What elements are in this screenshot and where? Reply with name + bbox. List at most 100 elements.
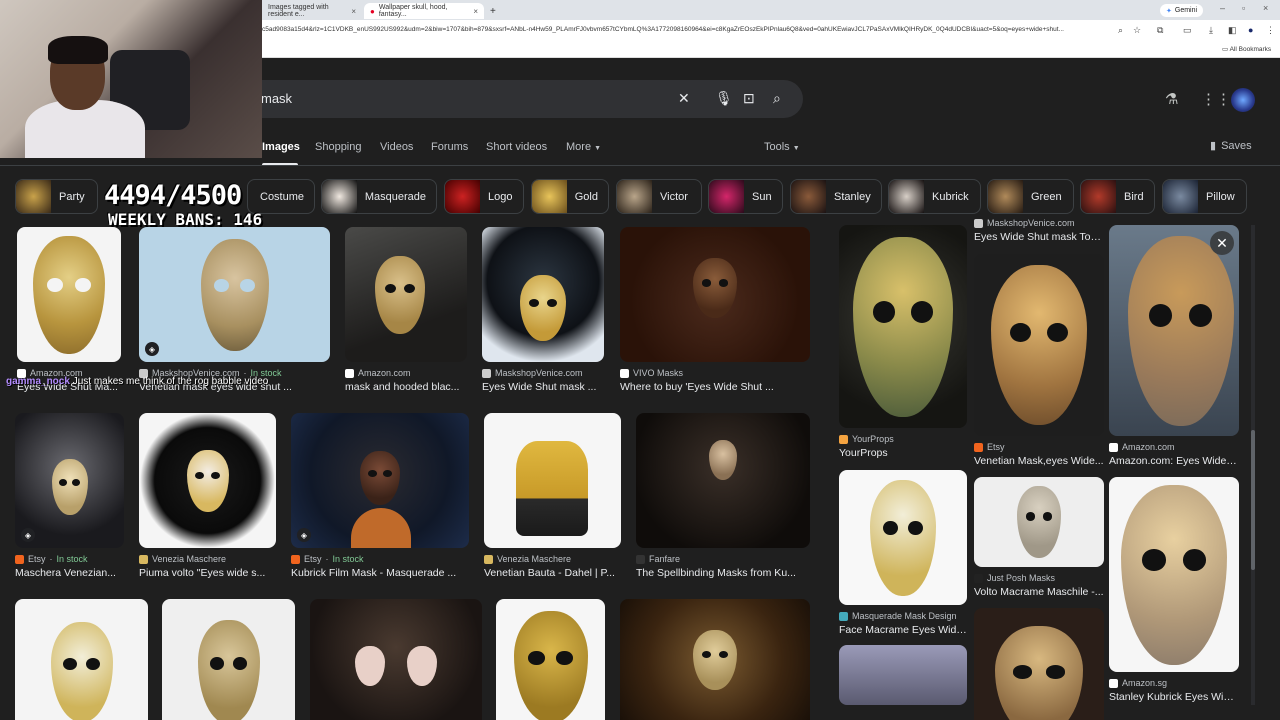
- zoom-icon[interactable]: ⌕: [1118, 25, 1123, 36]
- mask-image: [1121, 484, 1227, 665]
- gemini-button[interactable]: ✦ Gemini: [1160, 4, 1204, 17]
- result-card[interactable]: Amazon.com mask and hooded blac...: [345, 227, 467, 393]
- result-image[interactable]: [162, 599, 295, 720]
- result-card[interactable]: ◈ Etsy · In stock Maschera Venezian...: [15, 413, 124, 579]
- result-image[interactable]: [636, 413, 810, 548]
- account-avatar[interactable]: [1231, 88, 1255, 112]
- side-result-card[interactable]: MaskshopVenice.com Eyes Wide Shut mask T…: [974, 218, 1104, 243]
- result-image[interactable]: [17, 227, 121, 362]
- result-card[interactable]: [162, 599, 295, 720]
- result-card[interactable]: MaskshopVenice.com Eyes Wide Shut mask .…: [482, 227, 604, 393]
- chip-stanley[interactable]: Stanley: [790, 179, 882, 214]
- bookmark-star-icon[interactable]: ☆: [1133, 25, 1141, 36]
- result-image[interactable]: [139, 413, 276, 548]
- labs-flask-icon[interactable]: ⚗: [1165, 90, 1178, 108]
- result-image[interactable]: ◈: [291, 413, 469, 548]
- result-source: VIVO Masks: [633, 368, 684, 378]
- search-input[interactable]: mask: [261, 91, 292, 106]
- tools-button[interactable]: Tools ▼: [764, 141, 800, 153]
- result-image[interactable]: [482, 227, 604, 362]
- all-bookmarks[interactable]: ▭ All Bookmarks: [1222, 45, 1271, 53]
- result-card[interactable]: Venezia Maschere Piuma volto "Eyes wide …: [139, 413, 276, 579]
- clear-icon[interactable]: ✕: [678, 90, 690, 107]
- menu-dots-icon[interactable]: ⋮: [1266, 25, 1275, 36]
- scrollbar-thumb[interactable]: [1251, 430, 1255, 570]
- result-image[interactable]: [620, 599, 810, 720]
- download-icon[interactable]: ⤓: [1209, 25, 1213, 36]
- side-result-card[interactable]: Amazon.sg Stanley Kubrick Eyes Wide...: [1109, 477, 1239, 703]
- tab-search-icon[interactable]: ◧: [1228, 25, 1237, 36]
- result-image[interactable]: [496, 599, 605, 720]
- search-box[interactable]: mask ✕ 🎙 ⊡ ⌕: [225, 80, 803, 118]
- side-result-card[interactable]: YourProps YourProps: [839, 225, 967, 459]
- result-card[interactable]: [310, 599, 482, 720]
- result-image[interactable]: [310, 599, 482, 720]
- result-image[interactable]: [839, 645, 967, 705]
- result-card[interactable]: [496, 599, 605, 720]
- result-card[interactable]: Amazon.com Eyes Wide Shut Ma...: [17, 227, 121, 393]
- result-card[interactable]: ◈ Etsy · In stock Kubrick Film Mask - Ma…: [291, 413, 469, 579]
- result-card[interactable]: VIVO Masks Where to buy 'Eyes Wide Shut …: [620, 227, 810, 393]
- tab-more[interactable]: More ▼: [566, 141, 601, 153]
- close-window-icon[interactable]: ×: [1263, 3, 1268, 13]
- side-result-card[interactable]: Just Posh Masks Volto Macrame Maschile -…: [974, 477, 1104, 598]
- chip-gold[interactable]: Gold: [531, 179, 609, 214]
- close-tab-icon[interactable]: ×: [473, 7, 478, 16]
- tab-videos[interactable]: Videos: [380, 141, 413, 153]
- result-image[interactable]: [484, 413, 621, 548]
- profile-icon[interactable]: ●: [1248, 25, 1253, 35]
- close-icon[interactable]: ✕: [1210, 231, 1234, 255]
- lens-icon[interactable]: ⊡: [743, 90, 755, 107]
- gemini-icon: ✦: [1166, 7, 1172, 15]
- chip-bird[interactable]: Bird: [1080, 179, 1155, 214]
- maximize-icon[interactable]: ▫: [1242, 3, 1245, 13]
- chip-kubrick[interactable]: Kubrick: [888, 179, 981, 214]
- search-icon[interactable]: ⌕: [773, 90, 781, 107]
- chip-masquerade[interactable]: Masquerade: [321, 179, 437, 214]
- chip-green[interactable]: Green: [987, 179, 1074, 214]
- result-card[interactable]: Fanfare The Spellbinding Masks from Ku..…: [636, 413, 810, 579]
- saves-button[interactable]: ▮ Saves: [1210, 139, 1252, 153]
- apps-grid-icon[interactable]: ⋮⋮: [1201, 90, 1231, 108]
- chip-party[interactable]: Party: [15, 179, 98, 214]
- chip-logo[interactable]: Logo: [444, 179, 524, 214]
- url-text[interactable]: c5ad9083a15d4&rlz=1C1VDKB_enUS992US992&u…: [262, 26, 1112, 33]
- result-image[interactable]: [974, 477, 1104, 567]
- tab-forums[interactable]: Forums: [431, 141, 468, 153]
- side-result-card[interactable]: [974, 608, 1104, 720]
- side-result-card[interactable]: Amazon.com Amazon.com: Eyes Wide Sh...: [1109, 225, 1239, 467]
- result-image[interactable]: [839, 225, 967, 428]
- result-card[interactable]: [15, 599, 148, 720]
- result-image[interactable]: [15, 599, 148, 720]
- chip-pillow[interactable]: Pillow: [1162, 179, 1247, 214]
- tab-shopping[interactable]: Shopping: [315, 141, 362, 153]
- result-image[interactable]: [345, 227, 467, 362]
- close-tab-icon[interactable]: ×: [351, 7, 356, 16]
- browser-tab[interactable]: Images tagged with resident e... ×: [262, 3, 362, 19]
- tab-images[interactable]: Images: [262, 141, 300, 153]
- microphone-icon[interactable]: 🎙: [715, 90, 733, 107]
- result-card[interactable]: ◈ MaskshopVenice.com · In stock Venetian…: [139, 227, 330, 393]
- result-image[interactable]: ◈: [139, 227, 330, 362]
- result-card[interactable]: [620, 599, 810, 720]
- result-card[interactable]: Venezia Maschere Venetian Bauta - Dahel …: [484, 413, 621, 579]
- result-image[interactable]: [1109, 225, 1239, 436]
- browser-tab-active[interactable]: ● Wallpaper skull, hood, fantasy... ×: [364, 3, 484, 19]
- chip-sun[interactable]: Sun: [708, 179, 783, 214]
- result-image[interactable]: [1109, 477, 1239, 672]
- new-tab-button[interactable]: +: [484, 3, 502, 19]
- sidepanel-icon[interactable]: ▭: [1183, 25, 1192, 36]
- tab-short-videos[interactable]: Short videos: [486, 141, 547, 153]
- chip-victor[interactable]: Victor: [616, 179, 702, 214]
- result-image[interactable]: ◈: [15, 413, 124, 548]
- chip-costume[interactable]: Costume: [247, 179, 315, 214]
- side-result-card[interactable]: Masquerade Mask Design Face Macrame Eyes…: [839, 470, 967, 636]
- extensions-icon[interactable]: ⧉: [1157, 25, 1163, 36]
- result-image[interactable]: [974, 254, 1104, 436]
- result-image[interactable]: [620, 227, 810, 362]
- result-image[interactable]: [839, 470, 967, 605]
- side-result-card[interactable]: Etsy Venetian Mask,eyes Wide...: [974, 254, 1104, 467]
- result-image[interactable]: [974, 608, 1104, 720]
- side-result-card[interactable]: [839, 645, 967, 705]
- minimize-icon[interactable]: –: [1220, 3, 1225, 13]
